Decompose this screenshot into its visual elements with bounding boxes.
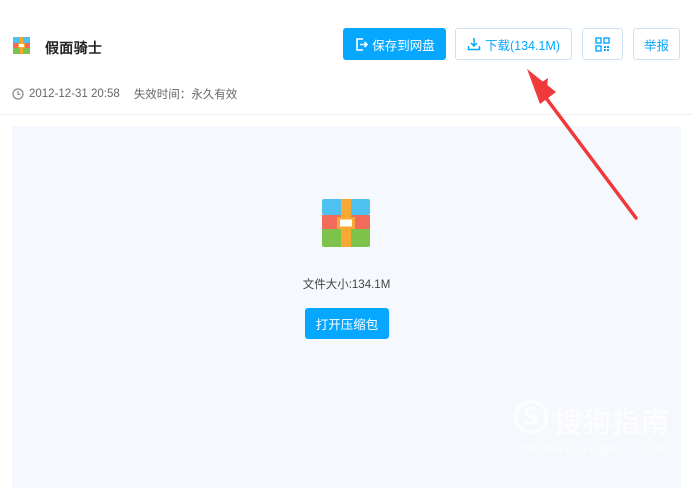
zip-archive-icon <box>13 37 30 54</box>
save-button-label: 保存到网盘 <box>372 38 435 53</box>
file-size-text: 文件大小:134.1M <box>302 279 391 291</box>
watermark-text: 搜狗指南 <box>554 406 671 439</box>
download-button[interactable]: 下载(134.1M) <box>455 28 572 60</box>
save-to-netdisk-button[interactable]: 保存到网盘 <box>343 28 446 60</box>
report-button[interactable]: 举报 <box>633 28 680 60</box>
qrcode-button[interactable] <box>582 28 623 60</box>
qrcode-icon <box>595 36 610 52</box>
file-header: 假面骑士 保存到网盘 下载(134.1M) 举报 2012-12-31 20:5… <box>0 0 692 115</box>
open-archive-label: 打开压缩包 <box>315 318 379 332</box>
expire-time: 失效时间：永久有效 <box>133 89 238 101</box>
sogou-logo-icon: S <box>514 400 548 434</box>
share-page: 假面骑士 保存到网盘 下载(134.1M) 举报 2012-12-31 20:5… <box>0 0 692 488</box>
save-icon <box>356 37 369 51</box>
file-meta: 2012-12-31 20:58 失效时间：永久有效 <box>12 86 237 102</box>
sogou-watermark: S 搜狗指南 zhinan.sogou.com <box>514 400 684 460</box>
watermark-url: zhinan.sogou.com <box>520 441 670 455</box>
open-archive-button[interactable]: 打开压缩包 <box>305 308 389 339</box>
download-button-label: 下载(134.1M) <box>484 38 561 53</box>
share-date: 2012-12-31 20:58 <box>29 88 120 100</box>
zip-archive-icon <box>322 199 370 247</box>
file-title: 假面骑士 <box>45 40 103 56</box>
clock-icon <box>12 88 24 100</box>
download-icon <box>467 38 481 51</box>
report-button-label: 举报 <box>643 38 669 53</box>
